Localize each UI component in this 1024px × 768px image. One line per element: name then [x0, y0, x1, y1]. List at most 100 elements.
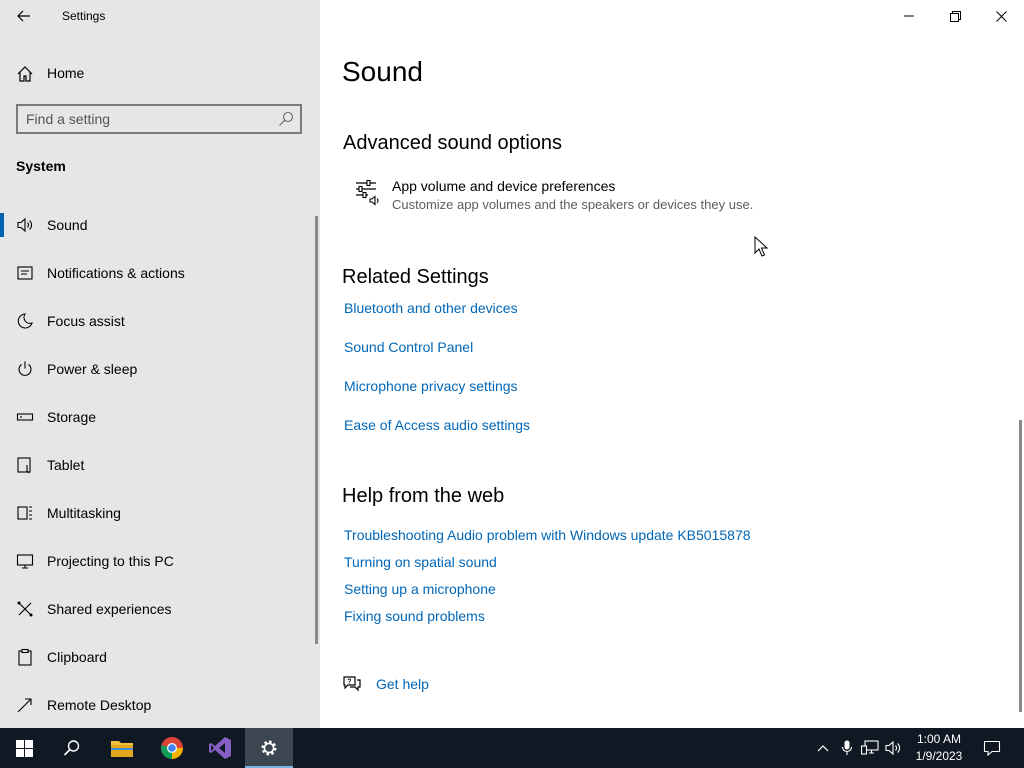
bluetooth-devices-link[interactable]: Bluetooth and other devices: [344, 300, 518, 316]
back-arrow-icon: [17, 10, 30, 22]
back-button[interactable]: [10, 4, 38, 28]
sidebar-item-multitasking[interactable]: Multitasking: [0, 491, 316, 535]
network-icon: [861, 740, 879, 755]
sidebar-item-label: Sound: [47, 217, 88, 233]
sidebar-item-notifications[interactable]: Notifications & actions: [0, 251, 316, 295]
close-button[interactable]: [978, 0, 1024, 32]
home-label: Home: [47, 65, 85, 81]
sidebar-item-label: Power & sleep: [47, 361, 138, 377]
chrome-icon: [161, 737, 183, 759]
mixer-icon: [356, 179, 379, 206]
help-chat-icon: ?: [343, 676, 361, 692]
file-explorer-button[interactable]: [98, 728, 146, 768]
network-tray-button[interactable]: [861, 738, 879, 758]
sidebar-item-label: Projecting to this PC: [47, 553, 174, 569]
file-explorer-icon: [111, 741, 133, 757]
get-help-label: Get help: [376, 676, 429, 692]
restore-button[interactable]: [932, 0, 978, 32]
related-settings-heading: Related Settings: [342, 266, 489, 288]
sidebar-item-projecting[interactable]: Projecting to this PC: [0, 539, 316, 583]
sidebar-item-remote-desktop[interactable]: Remote Desktop: [0, 683, 316, 727]
sidebar-item-label: Shared experiences: [47, 601, 172, 617]
title-bar: Settings: [0, 0, 320, 32]
help-from-web-heading: Help from the web: [342, 485, 505, 507]
speaker-icon: [17, 217, 32, 233]
ease-of-access-audio-link[interactable]: Ease of Access audio settings: [344, 417, 530, 433]
notification-icon: [17, 266, 33, 280]
taskbar-clock[interactable]: 1:00 AM 1/9/2023: [910, 731, 968, 765]
restore-icon: [949, 10, 961, 22]
power-icon: [18, 361, 32, 376]
clipboard-icon: [18, 648, 32, 666]
sidebar-item-shared-experiences[interactable]: Shared experiences: [0, 587, 316, 631]
help-link-microphone[interactable]: Setting up a microphone: [344, 581, 496, 597]
main-scrollbar[interactable]: [1019, 420, 1022, 712]
projecting-icon: [16, 554, 34, 569]
sidebar-item-label: Remote Desktop: [47, 697, 152, 713]
microphone-tray-button[interactable]: [838, 738, 856, 758]
taskbar: 1:00 AM 1/9/2023: [0, 728, 1024, 768]
tablet-icon: [17, 457, 31, 474]
minimize-icon: [904, 15, 914, 17]
sidebar-item-label: Focus assist: [47, 313, 125, 329]
page-title: Sound: [342, 56, 423, 87]
pref-title: App volume and device preferences: [392, 178, 616, 194]
settings-taskbar-button[interactable]: [245, 728, 293, 768]
app-title: Settings: [62, 9, 106, 23]
sound-control-panel-link[interactable]: Sound Control Panel: [344, 339, 473, 355]
mouse-cursor-icon: [754, 236, 768, 257]
microphone-icon: [841, 740, 853, 755]
app-volume-preferences-button[interactable]: App volume and device preferences Custom…: [344, 172, 774, 218]
action-center-button[interactable]: [982, 738, 1002, 758]
start-button[interactable]: [0, 728, 48, 768]
sidebar: Settings Home System Sound Notifications…: [0, 0, 320, 728]
notification-center-icon: [983, 740, 1001, 757]
help-link-spatial-sound[interactable]: Turning on spatial sound: [344, 554, 497, 570]
sidebar-item-focus-assist[interactable]: Focus assist: [0, 299, 316, 343]
help-link-troubleshooting[interactable]: Troubleshooting Audio problem with Windo…: [344, 527, 751, 543]
sidebar-item-label: Tablet: [47, 457, 85, 473]
microphone-privacy-link[interactable]: Microphone privacy settings: [344, 378, 518, 394]
taskbar-search-button[interactable]: [48, 728, 96, 768]
active-indicator: [0, 213, 4, 237]
help-link-fixing-sound[interactable]: Fixing sound problems: [344, 608, 485, 624]
sidebar-item-clipboard[interactable]: Clipboard: [0, 635, 316, 679]
multitasking-icon: [17, 506, 32, 520]
remote-desktop-icon: [17, 698, 32, 713]
search-box[interactable]: [16, 104, 302, 134]
minimize-button[interactable]: [886, 0, 932, 32]
sidebar-item-label: Notifications & actions: [47, 265, 185, 281]
home-link[interactable]: Home: [0, 58, 320, 88]
sidebar-item-power-sleep[interactable]: Power & sleep: [0, 347, 316, 391]
sidebar-item-label: Multitasking: [47, 505, 121, 521]
close-icon: [995, 10, 1007, 22]
home-icon: [17, 66, 33, 82]
svg-text:?: ?: [347, 679, 351, 686]
sidebar-item-label: Clipboard: [47, 649, 107, 665]
volume-tray-button[interactable]: [885, 738, 903, 758]
storage-icon: [16, 413, 34, 421]
search-icon: [63, 740, 80, 756]
pref-description: Customize app volumes and the speakers o…: [392, 197, 754, 212]
moon-icon: [17, 313, 33, 329]
chevron-up-icon: [817, 745, 829, 752]
clock-date: 1/9/2023: [915, 749, 963, 763]
windows-start-icon: [15, 739, 33, 757]
section-title: System: [16, 158, 66, 174]
shared-icon: [17, 601, 33, 617]
volume-icon: [885, 740, 900, 756]
sidebar-item-tablet[interactable]: Tablet: [0, 443, 316, 487]
visual-studio-button[interactable]: [196, 728, 244, 768]
advanced-sound-heading: Advanced sound options: [343, 132, 563, 154]
visual-studio-icon: [209, 737, 231, 759]
settings-gear-icon: [261, 740, 277, 756]
sidebar-item-storage[interactable]: Storage: [0, 395, 316, 439]
sidebar-item-label: Storage: [47, 409, 97, 425]
sidebar-item-sound[interactable]: Sound: [0, 203, 316, 247]
show-hidden-icons-button[interactable]: [814, 738, 832, 758]
chrome-button[interactable]: [148, 728, 196, 768]
search-icon[interactable]: [278, 111, 294, 127]
clock-time: 1:00 AM: [916, 732, 962, 746]
search-input[interactable]: [26, 109, 266, 129]
sidebar-scrollbar[interactable]: [315, 216, 318, 644]
